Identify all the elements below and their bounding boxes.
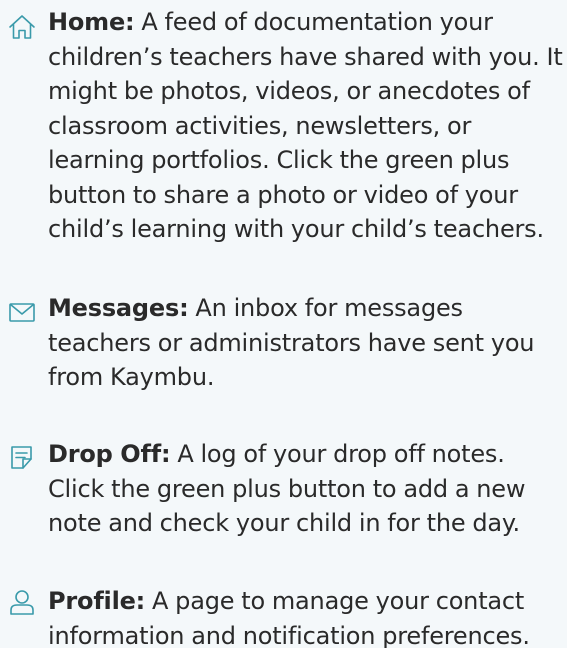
home-description-paragraph: Home: A feed of documentation your child… [48, 5, 567, 247]
drop-off-description-paragraph: Drop Off: A log of your drop off notes. … [48, 437, 567, 541]
home-description: A feed of documentation your children’s … [48, 8, 563, 243]
home-icon [8, 13, 36, 41]
note-icon [8, 443, 36, 471]
messages-term: Messages: [48, 294, 189, 322]
profile-term: Profile: [48, 587, 146, 615]
user-icon [8, 588, 36, 616]
profile-description-paragraph: Profile: A page to manage your contact i… [48, 584, 567, 648]
envelope-icon [8, 298, 36, 326]
drop-off-term: Drop Off: [48, 440, 171, 468]
home-term: Home: [48, 8, 135, 36]
messages-description-paragraph: Messages: An inbox for messages teachers… [48, 291, 567, 395]
